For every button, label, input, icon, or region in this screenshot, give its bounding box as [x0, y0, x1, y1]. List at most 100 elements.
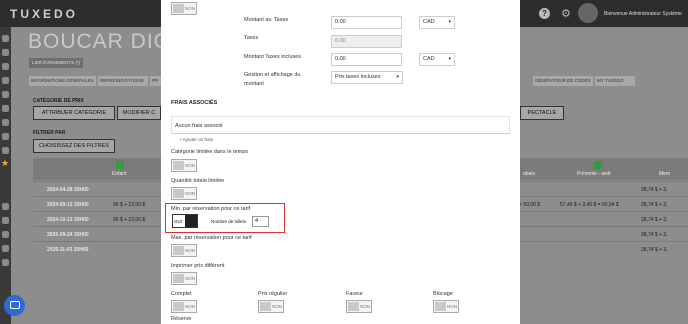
avatar[interactable]: [578, 3, 598, 23]
row-cell: 28,74 $ + 3,: [641, 232, 668, 238]
row-cell: + 50,00 $: [519, 202, 540, 208]
sidebar-mail-icon[interactable]: [2, 203, 9, 210]
categorie-limitee-toggle[interactable]: NON: [171, 159, 197, 172]
faveur-label: Faveur: [346, 291, 364, 297]
toggle-label: OUI: [174, 219, 183, 224]
row-cell: 00 $ + 22,00 $: [113, 217, 146, 223]
currency-select[interactable]: CAD ▾: [419, 16, 455, 29]
category-color-swatch: [594, 161, 602, 169]
chevron-down-icon: ▾: [396, 74, 399, 80]
taxes-label: Taxes: [244, 35, 259, 41]
montant-av-taxes-input[interactable]: 0.00: [331, 16, 402, 29]
sidebar-report-icon[interactable]: [2, 133, 9, 140]
toggle-knob: [173, 274, 184, 283]
frais-empty-text: Aucun frais associé: [175, 123, 223, 129]
column-header: abais: [523, 171, 535, 177]
brand-logo[interactable]: TUXEDO: [10, 7, 78, 21]
column-header: Enfant: [112, 171, 127, 177]
sidebar-card-icon[interactable]: [2, 231, 9, 238]
category-color-swatch: [116, 161, 124, 169]
quantite-totale-label: Quantité totale limitée: [171, 178, 225, 184]
sidebar-print-icon[interactable]: [2, 217, 9, 224]
gear-icon[interactable]: ⚙: [561, 7, 571, 20]
blocage-toggle[interactable]: NON: [433, 300, 459, 313]
toggle-label: NON: [185, 304, 195, 309]
assign-category-button[interactable]: ATTRIBUER CATÉGORIE: [33, 106, 115, 120]
currency-value: CAD: [423, 19, 435, 25]
prix-regulier-toggle[interactable]: NON: [258, 300, 284, 313]
taxes-input: 0.00: [331, 35, 402, 48]
quantite-totale-toggle[interactable]: NON: [171, 187, 197, 200]
column-header: Prévente - web: [577, 171, 611, 177]
row-cell: 28,74 $ + 3,: [641, 187, 668, 193]
chevron-down-icon: ▾: [448, 56, 451, 62]
row-cell: 28,74 $ + 3,: [641, 247, 668, 253]
nombre-billets-label: Nombre de billets: [211, 219, 247, 224]
montant-taxes-incluses-input[interactable]: 0.00: [331, 53, 402, 66]
row-cell: 00 $ + 22,00 $: [113, 202, 146, 208]
toggle-knob: [435, 302, 446, 311]
row-date: 2024-04-28 20H00: [47, 187, 89, 193]
filter-title: FILTRER PAR: [33, 130, 66, 136]
toggle-label: NON: [185, 163, 195, 168]
row-date: 2024-10-13 20H00: [47, 217, 89, 223]
toggle-knob: [173, 302, 184, 311]
toggle-label: NON: [360, 304, 370, 309]
add-frais-link[interactable]: + Ajouter un frais: [179, 137, 213, 142]
complet-toggle[interactable]: NON: [171, 300, 197, 313]
chat-icon: [10, 301, 20, 309]
sidebar-cart-icon[interactable]: [2, 119, 9, 126]
top-toggle[interactable]: NON: [171, 2, 197, 15]
sidebar-lock-icon[interactable]: [2, 245, 9, 252]
sidebar-ticket-icon[interactable]: [2, 49, 9, 56]
max-reservation-toggle[interactable]: NON: [171, 244, 197, 257]
sidebar-settings-icon[interactable]: [2, 147, 9, 154]
imprimer-prix-toggle[interactable]: NON: [171, 272, 197, 285]
prix-regulier-label: Prix régulier: [258, 291, 288, 297]
link-events-button[interactable]: LIER ÉVÉNEMENTS (*): [29, 58, 84, 68]
sidebar-home-icon[interactable]: [2, 35, 9, 42]
column-header: Mem: [659, 171, 671, 177]
gestion-label-line2: montant: [244, 81, 264, 87]
sidebar-users-icon[interactable]: [2, 77, 9, 84]
help-icon[interactable]: ?: [539, 8, 550, 19]
toggle-label: NON: [185, 6, 195, 11]
toggle-knob: [173, 246, 184, 255]
gestion-select[interactable]: Prix taxes incluses ▾: [331, 71, 403, 84]
star-icon[interactable]: ★: [1, 158, 9, 169]
sidebar-calendar-icon[interactable]: [2, 63, 9, 70]
toggle-label: NON: [185, 276, 195, 281]
tab-my-tuxedo[interactable]: MY TUXEDO: [595, 76, 635, 86]
tab-representations[interactable]: REPRÉSENTATIONS: [98, 76, 148, 86]
min-reservation-label: Min. par réservation pour ce tarif: [171, 206, 251, 212]
tab-general-info[interactable]: INFORMATIONS GÉNÉRALES: [29, 76, 96, 86]
montant-taxes-incluses-label: Montant Taxes incluses: [244, 54, 302, 60]
complet-label: Complet: [171, 291, 192, 297]
sidebar-chart-icon[interactable]: [2, 105, 9, 112]
choose-filters-button[interactable]: CHOISISSEZ DES FILTRES: [33, 139, 115, 153]
tab-code-generator[interactable]: GÉNÉRATEUR DE CODES: [533, 76, 593, 86]
sidebar-map-icon[interactable]: [2, 259, 9, 266]
welcome-text: Bienvenue Administrateur Système: [604, 11, 682, 17]
nombre-billets-input[interactable]: 4: [252, 216, 269, 227]
blocage-label: Blocage: [433, 291, 453, 297]
price-category-modal: NON Montant av. Taxes 0.00 CAD ▾ Taxes 0…: [161, 0, 520, 324]
categories-title: CATÉGORIE DE PRIX: [33, 98, 84, 104]
row-date: 2024-09-13 20H00: [47, 202, 89, 208]
faveur-toggle[interactable]: NON: [346, 300, 372, 313]
show-category-button[interactable]: PECTACLE: [520, 106, 564, 120]
sidebar-tools-icon[interactable]: [2, 91, 9, 98]
toggle-knob: [260, 302, 271, 311]
currency-select-incl[interactable]: CAD ▾: [419, 53, 455, 66]
categorie-limitee-label: Catégorie limitée dans le temps: [171, 149, 249, 155]
reserve-label: Réserve: [171, 316, 192, 322]
imprimer-prix-label: Imprimer prix différent: [171, 263, 225, 269]
toggle-label: NON: [272, 304, 282, 309]
gestion-label-line1: Gestion et affichage du: [244, 72, 301, 78]
toggle-label: NON: [185, 248, 195, 253]
montant-av-taxes-label: Montant av. Taxes: [244, 17, 289, 23]
toggle-label: NON: [185, 191, 195, 196]
row-cell: 57,49 $ + 3,45 $ = 60,94 $: [560, 202, 619, 208]
modify-category-button[interactable]: MODIFIER C: [117, 106, 161, 120]
tab-prices[interactable]: PR: [150, 76, 161, 86]
